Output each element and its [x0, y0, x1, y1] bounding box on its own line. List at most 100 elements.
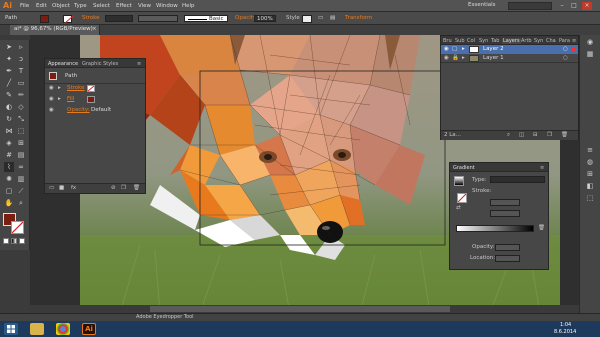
visibility-eye-icon[interactable]: ◉	[49, 96, 54, 103]
lock-toggle-icon[interactable]: ▢	[452, 46, 457, 53]
expand-triangle-icon[interactable]: ▸	[58, 85, 61, 92]
eraser-tool-icon[interactable]: ◇	[16, 102, 26, 112]
rotate-tool-icon[interactable]: ↻	[4, 114, 14, 124]
tab-color[interactable]: Col	[467, 38, 475, 44]
duplicate-item-icon[interactable]: ❐	[121, 185, 126, 192]
stroke-row-label[interactable]: Stroke	[67, 85, 85, 92]
eyedropper-tool-icon[interactable]: ⌇	[4, 162, 14, 172]
stop-opacity-field[interactable]	[495, 244, 520, 251]
layer-row[interactable]: ◉ 🔒 ▸ Layer 1 ○	[441, 54, 578, 63]
reverse-gradient-icon[interactable]: ⇄	[456, 205, 461, 212]
visibility-eye-icon[interactable]: ◉	[49, 107, 54, 114]
layer-name[interactable]: Layer 2	[483, 46, 504, 53]
menu-view[interactable]: View	[138, 3, 151, 9]
variable-width-profile[interactable]	[138, 15, 178, 22]
stroke-row-swatch[interactable]	[87, 85, 95, 92]
clipping-mask-icon[interactable]: ◫	[519, 132, 524, 139]
direct-selection-tool-icon[interactable]: ▹	[16, 42, 26, 52]
target-circle-icon[interactable]: ○	[563, 46, 568, 53]
opacity-label[interactable]: Opacity	[235, 15, 256, 22]
stroke-swatch[interactable]	[63, 15, 73, 24]
width-tool-icon[interactable]: ⋈	[4, 126, 14, 136]
delete-layer-icon[interactable]: 🗑	[561, 132, 568, 139]
artboard-tool-icon[interactable]: ▢	[4, 186, 14, 196]
clear-appearance-icon[interactable]: ⊘	[111, 185, 116, 192]
search-input[interactable]	[508, 2, 552, 10]
visibility-eye-icon[interactable]: ◉	[444, 46, 449, 53]
new-layer-icon[interactable]: ❐	[547, 132, 552, 139]
color-panel-icon[interactable]: ◉	[585, 37, 595, 47]
fill-row-label[interactable]: Fill	[67, 96, 74, 103]
blend-tool-icon[interactable]: ∞	[16, 162, 26, 172]
visibility-eye-icon[interactable]: ◉	[49, 85, 54, 92]
mesh-tool-icon[interactable]: #	[4, 150, 14, 160]
graphic-style-swatch[interactable]	[302, 15, 312, 23]
swatches-panel-icon[interactable]: ▦	[585, 49, 595, 59]
paintbrush-tool-icon[interactable]: ✎	[4, 90, 14, 100]
tab-synonyms[interactable]: Syn	[534, 38, 543, 44]
visibility-eye-icon[interactable]: ◉	[444, 55, 449, 62]
menu-help[interactable]: Help	[182, 3, 195, 9]
fill-row-swatch[interactable]	[87, 96, 95, 103]
hand-tool-icon[interactable]: ✋	[4, 198, 14, 208]
close-tab-icon[interactable]: ×	[92, 26, 97, 33]
minimize-icon[interactable]: –	[557, 2, 567, 10]
align-panel-icon[interactable]: ⊞	[585, 169, 595, 179]
menu-select[interactable]: Select	[93, 3, 110, 9]
close-icon[interactable]: ×	[582, 2, 592, 10]
opacity-row-label[interactable]: Opacity:	[67, 107, 90, 114]
gradient-tool-icon[interactable]: ▤	[16, 150, 26, 160]
brush-definition[interactable]: Basic	[184, 15, 228, 22]
illustrator-taskbar-icon[interactable]: Ai	[82, 323, 96, 335]
symbol-sprayer-tool-icon[interactable]: ✺	[4, 174, 14, 184]
delete-item-icon[interactable]: 🗑	[133, 185, 140, 192]
maximize-icon[interactable]: □	[569, 2, 579, 10]
column-graph-tool-icon[interactable]: ▥	[16, 174, 26, 184]
add-stroke-icon[interactable]: ▭	[49, 185, 54, 192]
stroke-weight-field[interactable]	[105, 15, 133, 22]
tab-subsets[interactable]: Sub	[455, 38, 465, 44]
add-fill-icon[interactable]: ■	[59, 185, 64, 192]
chrome-icon[interactable]	[56, 323, 70, 335]
menu-type[interactable]: Type	[74, 3, 87, 9]
tab-character[interactable]: Cha	[546, 38, 556, 44]
locate-object-icon[interactable]: ⌕	[507, 132, 510, 139]
tab-graphic-styles[interactable]: Graphic Styles	[82, 61, 118, 67]
menu-file[interactable]: File	[20, 3, 29, 9]
tab-layers[interactable]: Layers	[502, 38, 521, 44]
zoom-tool-icon[interactable]: ⌕	[16, 198, 26, 208]
add-effect-icon[interactable]: fx	[71, 185, 76, 192]
selection-tool-icon[interactable]: ➤	[4, 42, 14, 52]
stroke-color-box[interactable]	[11, 221, 24, 234]
tab-gradient[interactable]: Gradient	[453, 165, 475, 171]
document-tab[interactable]: ai* @ 96,67% (RGB/Preview) ×	[10, 25, 100, 35]
lasso-tool-icon[interactable]: ↄ	[16, 54, 26, 64]
pathfinder-panel-icon[interactable]: ◧	[585, 181, 595, 191]
magic-wand-tool-icon[interactable]: ✦	[4, 54, 14, 64]
menu-effect[interactable]: Effect	[116, 3, 132, 9]
pen-tool-icon[interactable]: ✒	[4, 66, 14, 76]
transform-panel-icon[interactable]: ⬚	[585, 193, 595, 203]
new-sublayer-icon[interactable]: ⊟	[533, 132, 538, 139]
transform-label[interactable]: Transform	[345, 15, 372, 22]
stroke-label[interactable]: Stroke	[82, 15, 100, 22]
gradient-mode-icon[interactable]	[11, 238, 17, 244]
line-tool-icon[interactable]: ╱	[4, 78, 14, 88]
panel-menu-icon[interactable]: ≡	[540, 165, 544, 171]
color-mode-icon[interactable]	[3, 238, 9, 244]
lock-icon[interactable]: 🔒	[452, 55, 459, 62]
type-tool-icon[interactable]: T	[16, 66, 26, 76]
gradient-type-select[interactable]	[490, 176, 545, 183]
stroke-panel-icon[interactable]: ≡	[585, 145, 595, 155]
slice-tool-icon[interactable]: ⟋	[16, 186, 26, 196]
expand-triangle-icon[interactable]: ▸	[462, 55, 465, 62]
tab-artboards[interactable]: Artb	[521, 38, 532, 44]
shape-builder-tool-icon[interactable]: ◈	[4, 138, 14, 148]
menu-window[interactable]: Window	[156, 3, 178, 9]
menu-edit[interactable]: Edit	[36, 3, 47, 9]
tab-appearance[interactable]: Appearance	[48, 61, 78, 67]
start-button-icon[interactable]	[4, 323, 18, 335]
tab-paragraph[interactable]: Para	[559, 38, 570, 44]
scale-tool-icon[interactable]: ⤡	[16, 114, 26, 124]
panel-menu-icon[interactable]: ≡	[137, 61, 141, 67]
